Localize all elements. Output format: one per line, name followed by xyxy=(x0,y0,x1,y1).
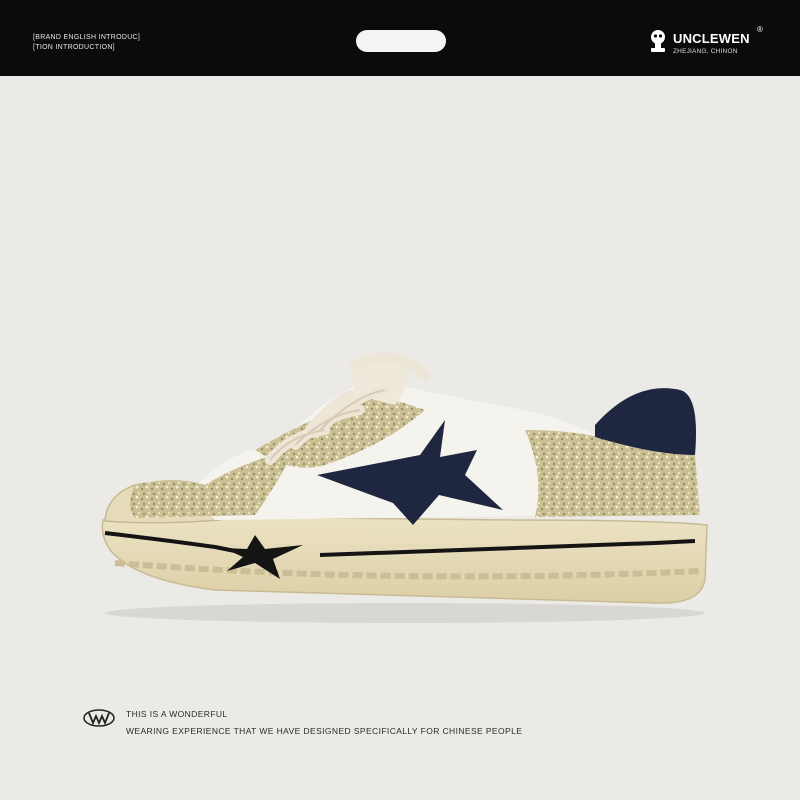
caption-line-1: THIS IS A WONDERFUL xyxy=(126,709,228,719)
registered-mark: ® xyxy=(757,25,763,34)
sneaker-photo xyxy=(101,353,708,623)
header-bar: [BRAND ENGLISH INTRODUC] [TION INTRODUCT… xyxy=(0,0,800,76)
caption-line-2: WEARING EXPERIENCE THAT WE HAVE DESIGNED… xyxy=(126,726,523,736)
brand-block: UNCLEWEN ® ZHEJIANG, CHINON xyxy=(640,24,780,60)
hang-tab-slot xyxy=(356,30,446,52)
brand-location: ZHEJIANG, CHINON xyxy=(673,48,738,55)
sneaker-sole xyxy=(101,514,708,604)
brand-w-mark-icon xyxy=(83,709,115,727)
brand-name: UNCLEWEN xyxy=(673,31,750,46)
brand-intro-text: [BRAND ENGLISH INTRODUC] [TION INTRODUCT… xyxy=(33,33,140,53)
product-card: [BRAND ENGLISH INTRODUC] [TION INTRODUCT… xyxy=(0,0,800,800)
brand-mascot-logo-icon xyxy=(651,30,665,52)
intro-line-1: [BRAND ENGLISH INTRODUC] xyxy=(33,34,141,41)
intro-line-2: [TION INTRODUCTION] xyxy=(33,44,115,51)
floor-shadow xyxy=(105,603,705,623)
